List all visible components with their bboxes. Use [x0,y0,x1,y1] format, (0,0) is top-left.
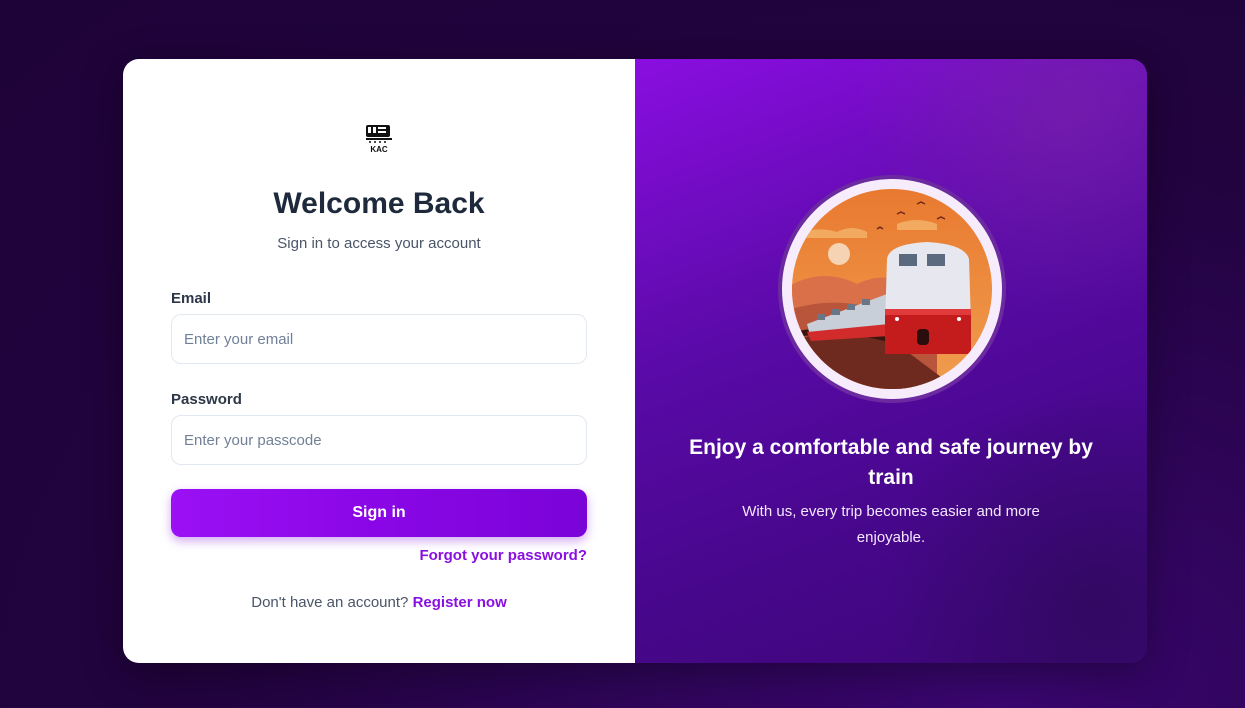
email-label: Email [171,290,212,307]
logo-text: KAC [370,145,388,154]
sign-in-button[interactable]: Sign in [171,489,587,537]
email-field[interactable] [171,314,587,364]
login-card: KAC Welcome Back Sign in to access your … [123,59,1147,663]
login-panel: KAC Welcome Back Sign in to access your … [123,59,635,663]
no-account-text: Don't have an account? [251,594,409,611]
promo-panel: Enjoy a comfortable and safe journey by … [635,59,1147,663]
forgot-password-link[interactable]: Forgot your password? [419,547,587,564]
promo-title: Enjoy a comfortable and safe journey by … [689,436,1093,489]
page-title: Welcome Back [273,187,485,220]
train-illustration [778,175,1006,403]
password-field[interactable] [171,415,587,465]
register-link[interactable]: Register now [413,594,507,611]
train-logo-icon: KAC [366,125,392,154]
page-subtitle: Sign in to access your account [277,235,481,252]
promo-text: With us, every trip becomes easier and m… [742,503,1040,546]
password-label: Password [171,391,242,408]
register-row: Don't have an account? Register now [123,594,635,611]
